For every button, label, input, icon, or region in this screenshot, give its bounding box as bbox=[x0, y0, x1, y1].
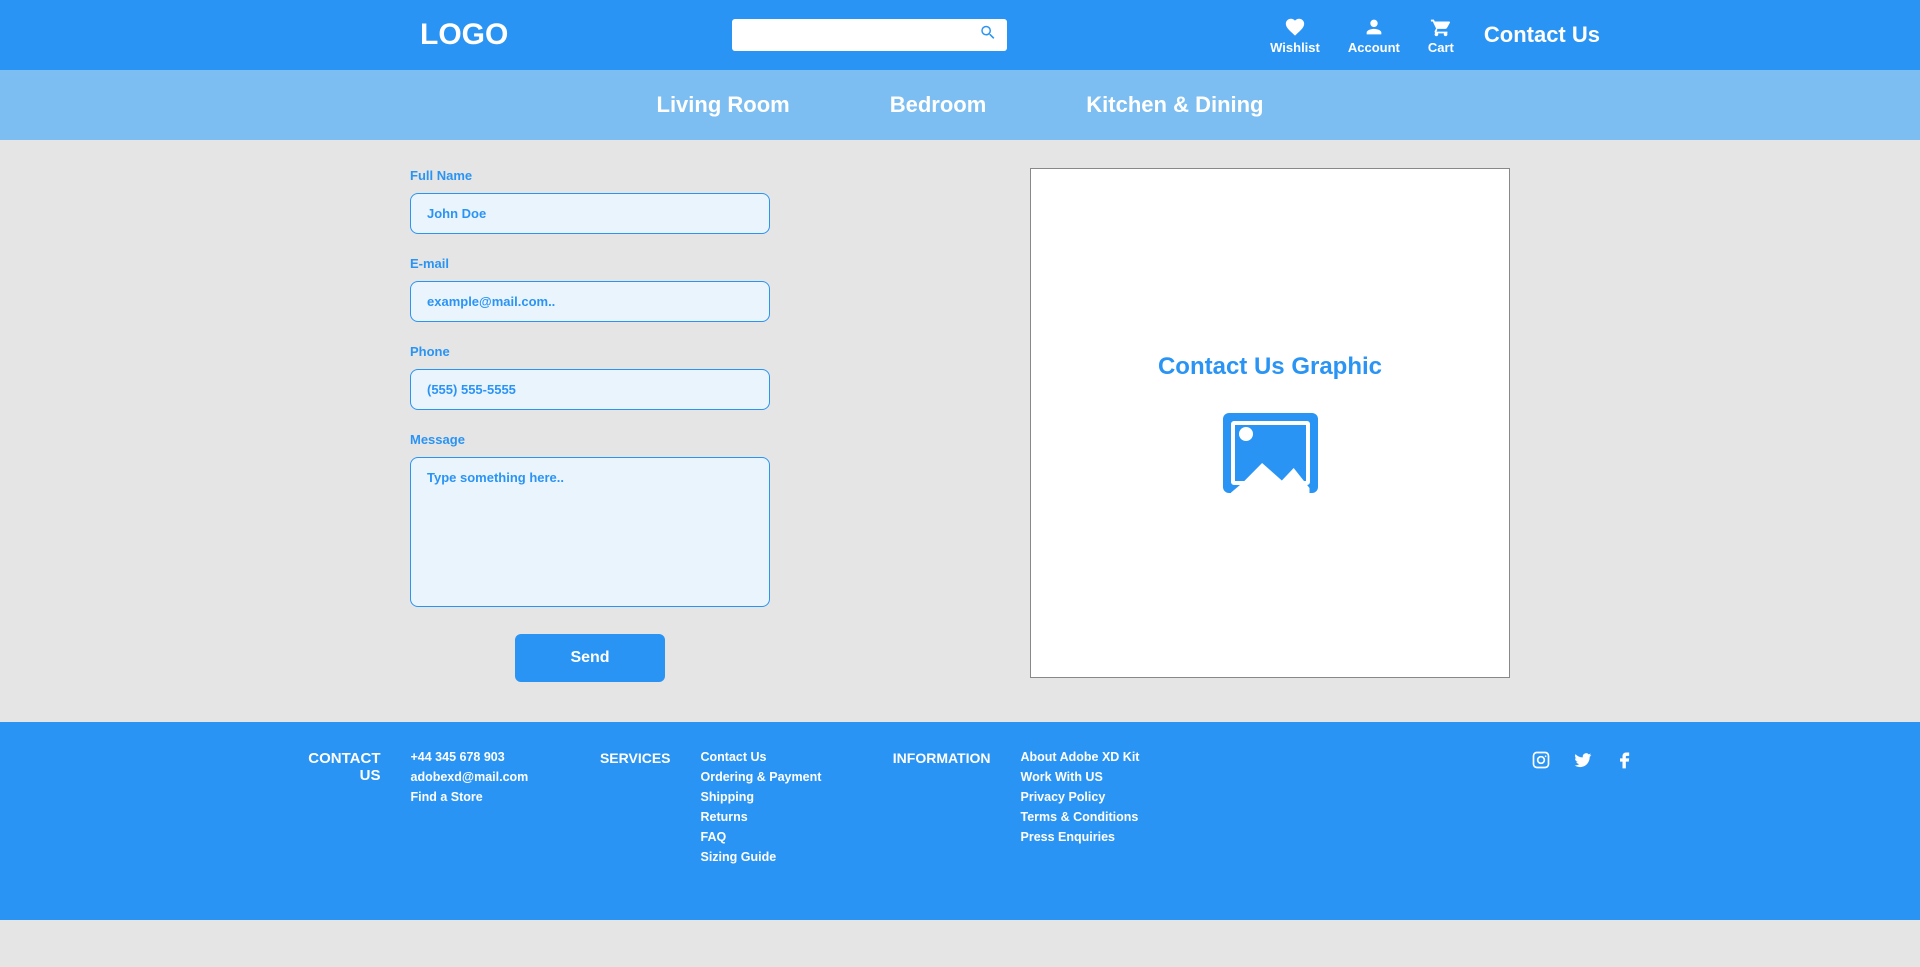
footer-link-press[interactable]: Press Enquiries bbox=[1021, 830, 1181, 844]
main-content: Full Name E-mail Phone Message Send Cont… bbox=[0, 140, 1920, 722]
footer-contact-heading-col: CONTACT US bbox=[286, 748, 381, 870]
twitter-icon[interactable] bbox=[1573, 750, 1593, 770]
cart-button[interactable]: Cart bbox=[1428, 16, 1454, 55]
footer-info-heading: INFORMATION bbox=[891, 750, 991, 766]
message-textarea[interactable] bbox=[410, 457, 770, 607]
footer-link-shipping[interactable]: Shipping bbox=[701, 790, 861, 804]
footer-link-privacy[interactable]: Privacy Policy bbox=[1021, 790, 1181, 804]
footer-link-work[interactable]: Work With US bbox=[1021, 770, 1181, 784]
footer-link-returns[interactable]: Returns bbox=[701, 810, 861, 824]
footer-link-sizing[interactable]: Sizing Guide bbox=[701, 850, 861, 864]
category-nav: Living Room Bedroom Kitchen & Dining bbox=[0, 70, 1920, 140]
message-group: Message bbox=[410, 432, 770, 612]
footer-info-lines: About Adobe XD Kit Work With US Privacy … bbox=[1021, 748, 1181, 870]
footer-link-about[interactable]: About Adobe XD Kit bbox=[1021, 750, 1181, 764]
search-input[interactable] bbox=[732, 19, 1007, 51]
send-button[interactable]: Send bbox=[515, 634, 665, 682]
contact-graphic-placeholder: Contact Us Graphic bbox=[1030, 168, 1510, 678]
phone-group: Phone bbox=[410, 344, 770, 410]
phone-label: Phone bbox=[410, 344, 770, 359]
search-container bbox=[732, 19, 1007, 51]
footer-contact-lines: +44 345 678 903 adobexd@mail.com Find a … bbox=[411, 748, 561, 870]
search-icon[interactable] bbox=[979, 24, 997, 47]
graphic-title: Contact Us Graphic bbox=[1158, 353, 1382, 381]
nav-living-room[interactable]: Living Room bbox=[657, 92, 790, 118]
footer-email[interactable]: adobexd@mail.com bbox=[411, 770, 561, 784]
full-name-group: Full Name bbox=[410, 168, 770, 234]
footer-find-store[interactable]: Find a Store bbox=[411, 790, 561, 804]
footer-link-contact-us[interactable]: Contact Us bbox=[701, 750, 861, 764]
full-name-label: Full Name bbox=[410, 168, 770, 183]
nav-kitchen-dining[interactable]: Kitchen & Dining bbox=[1086, 92, 1263, 118]
wishlist-button[interactable]: Wishlist bbox=[1270, 16, 1320, 55]
phone-input[interactable] bbox=[410, 369, 770, 410]
cart-icon bbox=[1430, 16, 1452, 38]
account-label: Account bbox=[1348, 40, 1400, 55]
heart-icon bbox=[1284, 16, 1306, 38]
footer-services-heading: SERVICES bbox=[591, 750, 671, 766]
graphic-column: Contact Us Graphic bbox=[1030, 168, 1510, 682]
cart-label: Cart bbox=[1428, 40, 1454, 55]
image-placeholder-icon bbox=[1223, 413, 1318, 493]
logo[interactable]: LOGO bbox=[420, 18, 508, 52]
email-input[interactable] bbox=[410, 281, 770, 322]
message-label: Message bbox=[410, 432, 770, 447]
footer-services-heading-col: SERVICES bbox=[591, 748, 671, 870]
footer-phone[interactable]: +44 345 678 903 bbox=[411, 750, 561, 764]
contact-us-link[interactable]: Contact Us bbox=[1484, 22, 1600, 48]
footer-social bbox=[1531, 748, 1635, 870]
facebook-icon[interactable] bbox=[1615, 750, 1635, 770]
header-icons: Wishlist Account Cart bbox=[1270, 16, 1454, 55]
email-label: E-mail bbox=[410, 256, 770, 271]
email-group: E-mail bbox=[410, 256, 770, 322]
footer-link-ordering[interactable]: Ordering & Payment bbox=[701, 770, 861, 784]
instagram-icon[interactable] bbox=[1531, 750, 1551, 770]
header-bar: LOGO Wishlist Account Cart Contact Us bbox=[0, 0, 1920, 70]
footer-services-lines: Contact Us Ordering & Payment Shipping R… bbox=[701, 748, 861, 870]
nav-bedroom[interactable]: Bedroom bbox=[890, 92, 987, 118]
account-button[interactable]: Account bbox=[1348, 16, 1400, 55]
person-icon bbox=[1363, 16, 1385, 38]
footer-info-heading-col: INFORMATION bbox=[891, 748, 991, 870]
contact-form: Full Name E-mail Phone Message Send bbox=[410, 168, 770, 682]
footer-link-faq[interactable]: FAQ bbox=[701, 830, 861, 844]
full-name-input[interactable] bbox=[410, 193, 770, 234]
wishlist-label: Wishlist bbox=[1270, 40, 1320, 55]
footer-contact-heading: CONTACT US bbox=[286, 750, 381, 784]
footer-link-terms[interactable]: Terms & Conditions bbox=[1021, 810, 1181, 824]
footer: CONTACT US +44 345 678 903 adobexd@mail.… bbox=[0, 722, 1920, 920]
